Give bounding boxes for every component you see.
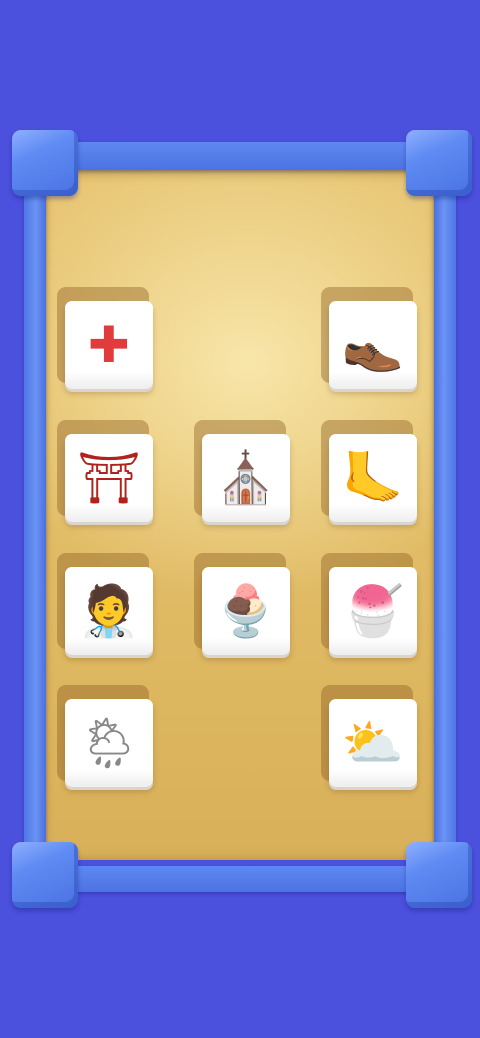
tile-slot: 🧑‍⚕️ — [57, 553, 155, 657]
board-rail-right — [434, 175, 456, 847]
footprint-icon: 🦶 — [341, 449, 405, 507]
shaved-ice-icon: 🍧 — [341, 582, 405, 640]
game-screen: ✚ 👞 ⛩ ⛪ 🦶 🧑‍⚕️ 🍨 — [0, 0, 480, 1038]
tile-slot: ⛪ — [194, 420, 292, 524]
tile-slot: ✚ — [57, 287, 155, 391]
board-corner-post — [12, 130, 78, 196]
tile[interactable]: 🍨 — [202, 567, 290, 655]
tile[interactable]: 🍧 — [329, 567, 417, 655]
tile[interactable]: ⛩ — [65, 434, 153, 522]
red-cross-icon: ✚ — [88, 316, 130, 374]
church-icon: ⛪ — [214, 449, 278, 507]
health-worker-icon: 🧑‍⚕️ — [77, 582, 141, 640]
tile[interactable]: 🧑‍⚕️ — [65, 567, 153, 655]
board-corner-post — [12, 842, 78, 908]
tile[interactable]: ✚ — [65, 301, 153, 389]
tile-slot: 🌦 — [57, 685, 155, 789]
tile[interactable]: ⛅ — [329, 699, 417, 787]
tile[interactable]: 🦶 — [329, 434, 417, 522]
tile[interactable]: ⛪ — [202, 434, 290, 522]
tile-slot: 👞 — [321, 287, 419, 391]
board-corner-post — [406, 842, 472, 908]
sun-behind-cloud-icon: ⛅ — [341, 714, 405, 772]
tile-slot: ⛩ — [57, 420, 155, 524]
tile-slot: 🍨 — [194, 553, 292, 657]
tile-slot: ⛅ — [321, 685, 419, 789]
torii-gate-icon: ⛩ — [77, 449, 141, 507]
tile-slot: 🍧 — [321, 553, 419, 657]
sun-behind-rain-cloud-icon: 🌦 — [77, 714, 141, 772]
leather-shoe-icon: 👞 — [341, 316, 405, 374]
ice-cream-icon: 🍨 — [214, 582, 278, 640]
board-rail-bottom — [60, 866, 420, 892]
tile[interactable]: 🌦 — [65, 699, 153, 787]
board-rail-top — [60, 142, 420, 170]
board-corner-post — [406, 130, 472, 196]
board-rail-left — [24, 175, 46, 847]
tile[interactable]: 👞 — [329, 301, 417, 389]
tile-slot: 🦶 — [321, 420, 419, 524]
